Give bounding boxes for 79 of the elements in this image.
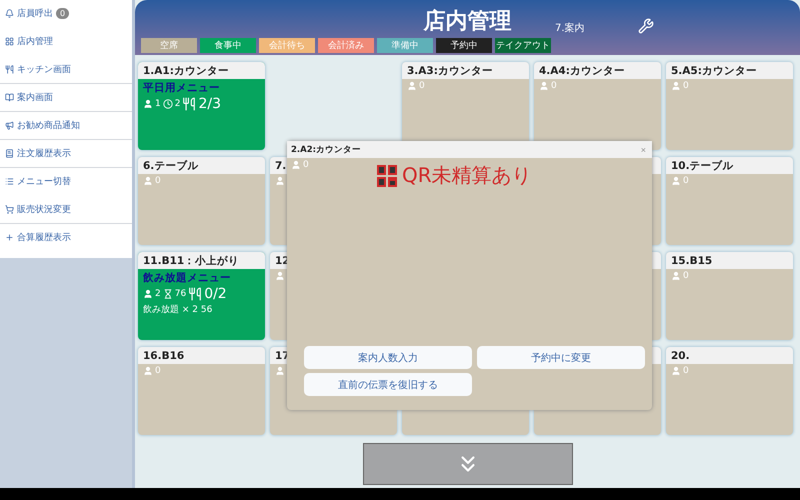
table-card[interactable]: 11.B11：小上がり 飲み放題メニュー 2 76 0/2 飲み放題 × 2 56 — [138, 252, 265, 340]
cart-icon — [5, 205, 14, 214]
sidebar-item[interactable]: 合算履歴表示 — [0, 224, 132, 252]
sidebar-item[interactable]: 販売状況変更 — [0, 196, 132, 224]
table-card[interactable]: 5.A5:カウンター 0 — [666, 62, 793, 150]
plus-icon — [5, 233, 14, 242]
guest-count: 0 — [683, 271, 689, 281]
cutlery-icon — [5, 65, 14, 74]
table-title: 7. — [275, 160, 286, 172]
table-title: 11.B11：小上がり — [143, 254, 240, 268]
guest-count: 2 — [155, 289, 161, 299]
menu-name: 平日用メニュー — [143, 81, 221, 95]
table-title: 4.A4:カウンター — [539, 64, 625, 78]
status-legend-item: 食事中 — [200, 38, 256, 53]
guide-label: 7.案内 — [555, 22, 585, 35]
sidebar-item[interactable]: 店内管理 — [0, 28, 132, 56]
guest-count: 0 — [419, 81, 425, 91]
action-button[interactable]: 予約中に変更 — [477, 346, 645, 369]
table-card[interactable]: 16.B16 0 — [138, 347, 265, 435]
person-icon — [143, 99, 153, 109]
elapsed-time: 2 — [174, 99, 180, 109]
guest-count: 0 — [155, 176, 161, 186]
guest-count: 0 — [155, 366, 161, 376]
status-legend-item: 会計済み — [318, 38, 374, 53]
table-card[interactable]: 15.B15 0 — [666, 252, 793, 340]
table-title: 15.B15 — [671, 254, 712, 266]
status-legend-item: 空席 — [141, 38, 197, 53]
table-title: 1.A1:カウンター — [143, 64, 229, 78]
table-title: 3.A3:カウンター — [407, 64, 493, 78]
page-title: 店内管理 — [424, 8, 512, 34]
sidebar-item[interactable]: 店員呼出 0 — [0, 0, 132, 28]
table-title: 6.テーブル — [143, 158, 198, 172]
dialog-title: 2.A2:カウンター — [291, 144, 362, 156]
dish-count: 2/3 — [198, 96, 221, 112]
table-card[interactable]: 6.テーブル 0 — [138, 157, 265, 245]
guest-count: 0 — [683, 81, 689, 91]
table-card[interactable]: 1.A1:カウンター 平日用メニュー 1 2 2/3 — [138, 62, 265, 150]
count-badge: 0 — [56, 8, 70, 19]
status-legend-item: テイクアウト — [495, 38, 551, 53]
dish-count: 0/2 — [204, 286, 227, 302]
plan-note: 飲み放題 × 2 56 — [143, 304, 214, 316]
table-title: 10.テーブル — [671, 158, 734, 172]
list-icon — [5, 177, 14, 186]
menu-name: 飲み放題メニュー — [143, 271, 232, 285]
notebook-icon — [5, 149, 14, 158]
person-icon — [143, 289, 153, 299]
clock-icon — [162, 99, 173, 109]
status-legend-item: 予約中 — [436, 38, 492, 53]
grid-icon — [5, 37, 14, 46]
table-title: 16.B16 — [143, 350, 184, 362]
status-legend-item: 準備中 — [377, 38, 433, 53]
table-title: 5.A5:カウンター — [671, 64, 757, 78]
sidebar-item[interactable]: メニュー切替 — [0, 168, 132, 196]
sidebar-item[interactable]: 案内画面 — [0, 84, 132, 112]
hourglass-icon — [162, 289, 173, 299]
sidebar-item[interactable]: お勧め商品通知 — [0, 112, 132, 140]
guest-count: 0 — [551, 81, 557, 91]
bell-icon — [5, 9, 14, 18]
cutlery-icon — [188, 287, 202, 301]
table-card[interactable]: 20. 0 — [666, 347, 793, 435]
guest-count: 0 — [303, 160, 309, 170]
megaphone-icon — [5, 121, 14, 130]
qr-code-icon — [377, 164, 397, 186]
status-legend-item: 会計待ち — [259, 38, 315, 53]
guest-count: 0 — [683, 366, 689, 376]
table-card[interactable]: 10.テーブル 0 — [666, 157, 793, 245]
elapsed-time: 76 — [174, 289, 186, 299]
sidebar-item[interactable]: キッチン画面 — [0, 56, 132, 84]
cutlery-icon — [182, 97, 196, 111]
book-icon — [5, 93, 14, 102]
action-button[interactable]: 直前の伝票を復旧する — [304, 373, 472, 396]
guest-count: 1 — [155, 99, 161, 109]
sidebar-item[interactable]: 注文履歴表示 — [0, 140, 132, 168]
guest-count: 0 — [683, 176, 689, 186]
wrench-icon[interactable] — [638, 18, 654, 34]
person-icon — [291, 160, 301, 170]
action-button[interactable]: 案内人数入力 — [304, 346, 472, 369]
table-title: 20. — [671, 350, 690, 362]
warning-text: QR未精算あり — [402, 162, 532, 189]
